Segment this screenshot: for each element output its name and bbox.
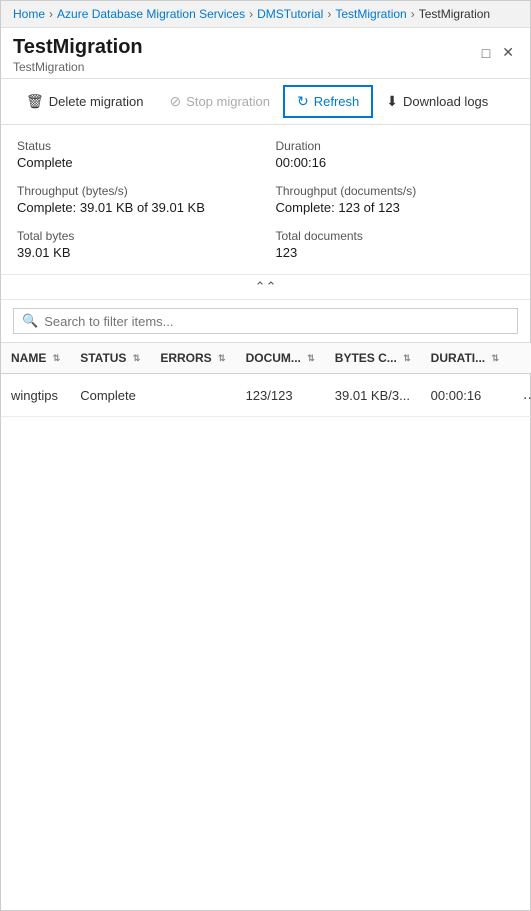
search-input-wrap: 🔍 bbox=[13, 308, 518, 334]
cell-duration: 00:00:16 bbox=[421, 374, 509, 417]
table-row: wingtips Complete 123/123 39.01 KB/3... … bbox=[1, 374, 531, 417]
cell-status: Complete bbox=[70, 374, 150, 417]
stat-total-docs-label: Total documents bbox=[276, 229, 515, 243]
breadcrumb-current: TestMigration bbox=[419, 7, 490, 21]
stop-icon: ⊘ bbox=[169, 93, 181, 110]
cell-documents: 123/123 bbox=[236, 374, 325, 417]
refresh-button[interactable]: ↻ Refresh bbox=[283, 85, 373, 118]
stat-throughput-docs: Throughput (documents/s) Complete: 123 o… bbox=[276, 184, 515, 215]
col-header-actions bbox=[509, 343, 531, 374]
search-icon: 🔍 bbox=[22, 313, 38, 329]
breadcrumb-test-migration-parent[interactable]: TestMigration bbox=[335, 7, 406, 21]
breadcrumb-dms-tutorial[interactable]: DMSTutorial bbox=[257, 7, 323, 21]
delete-icon: 🗑 bbox=[26, 93, 44, 110]
col-header-status[interactable]: STATUS ⇅ bbox=[70, 343, 150, 374]
stat-total-bytes-value: 39.01 KB bbox=[17, 245, 256, 260]
collapse-button[interactable]: ⌃⌃ bbox=[1, 275, 530, 300]
download-icon: ⬇ bbox=[386, 93, 398, 110]
stat-duration-label: Duration bbox=[276, 139, 515, 153]
stat-throughput-bytes-value: Complete: 39.01 KB of 39.01 KB bbox=[17, 200, 256, 215]
close-icon: ✕ bbox=[502, 44, 514, 61]
stat-throughput-docs-label: Throughput (documents/s) bbox=[276, 184, 515, 198]
stat-total-bytes-label: Total bytes bbox=[17, 229, 256, 243]
page-title: TestMigration bbox=[13, 36, 143, 59]
breadcrumb: Home › Azure Database Migration Services… bbox=[1, 1, 530, 28]
stat-status: Status Complete bbox=[17, 139, 256, 170]
stat-total-docs: Total documents 123 bbox=[276, 229, 515, 260]
data-table: NAME ⇅ STATUS ⇅ ERRORS ⇅ DOCUM... ⇅ BYTE… bbox=[1, 343, 531, 417]
col-header-bytes[interactable]: BYTES C... ⇅ bbox=[325, 343, 421, 374]
cell-errors bbox=[150, 374, 235, 417]
search-bar: 🔍 bbox=[1, 300, 530, 343]
stat-throughput-bytes-label: Throughput (bytes/s) bbox=[17, 184, 256, 198]
breadcrumb-sep-3: › bbox=[327, 7, 331, 21]
page-header: TestMigration TestMigration □ ✕ bbox=[1, 28, 530, 79]
col-header-errors[interactable]: ERRORS ⇅ bbox=[150, 343, 235, 374]
col-header-name[interactable]: NAME ⇅ bbox=[1, 343, 70, 374]
toolbar: 🗑 Delete migration ⊘ Stop migration ↻ Re… bbox=[1, 79, 530, 125]
breadcrumb-sep-4: › bbox=[411, 7, 415, 21]
download-logs-button[interactable]: ⬇ Download logs bbox=[373, 86, 501, 117]
download-label: Download logs bbox=[403, 94, 488, 109]
data-table-container: NAME ⇅ STATUS ⇅ ERRORS ⇅ DOCUM... ⇅ BYTE… bbox=[1, 343, 530, 417]
row-actions-button[interactable]: ... bbox=[519, 384, 531, 406]
sort-icon-name: ⇅ bbox=[53, 353, 61, 364]
stat-throughput-bytes: Throughput (bytes/s) Complete: 39.01 KB … bbox=[17, 184, 256, 215]
breadcrumb-sep-2: › bbox=[249, 7, 253, 21]
stat-duration-value: 00:00:16 bbox=[276, 155, 515, 170]
breadcrumb-home[interactable]: Home bbox=[13, 7, 45, 21]
stat-total-docs-value: 123 bbox=[276, 245, 515, 260]
col-header-duration[interactable]: DURATI... ⇅ bbox=[421, 343, 509, 374]
stats-section: Status Complete Duration 00:00:16 Throug… bbox=[1, 125, 530, 275]
header-actions: □ ✕ bbox=[478, 36, 518, 65]
search-input[interactable] bbox=[44, 314, 509, 329]
delete-migration-button[interactable]: 🗑 Delete migration bbox=[13, 86, 156, 117]
chevron-up-icon: ⌃⌃ bbox=[255, 279, 277, 294]
close-button[interactable]: ✕ bbox=[498, 40, 518, 65]
sort-icon-documents: ⇅ bbox=[307, 353, 315, 364]
sort-icon-duration: ⇅ bbox=[491, 353, 499, 364]
refresh-label: Refresh bbox=[314, 94, 360, 109]
refresh-icon: ↻ bbox=[297, 93, 309, 110]
page-title-block: TestMigration TestMigration bbox=[13, 36, 143, 74]
stats-grid: Status Complete Duration 00:00:16 Throug… bbox=[17, 139, 514, 260]
stat-total-bytes: Total bytes 39.01 KB bbox=[17, 229, 256, 260]
breadcrumb-dms[interactable]: Azure Database Migration Services bbox=[57, 7, 245, 21]
cell-actions: ... bbox=[509, 374, 531, 417]
maximize-button[interactable]: □ bbox=[478, 41, 494, 65]
cell-bytes: 39.01 KB/3... bbox=[325, 374, 421, 417]
sort-icon-errors: ⇅ bbox=[218, 353, 226, 364]
stat-duration: Duration 00:00:16 bbox=[276, 139, 515, 170]
cell-name: wingtips bbox=[1, 374, 70, 417]
stat-status-label: Status bbox=[17, 139, 256, 153]
stop-migration-button[interactable]: ⊘ Stop migration bbox=[156, 86, 283, 117]
sort-icon-status: ⇅ bbox=[133, 353, 141, 364]
breadcrumb-sep-1: › bbox=[49, 7, 53, 21]
stop-label: Stop migration bbox=[186, 94, 270, 109]
page-subtitle: TestMigration bbox=[13, 60, 143, 74]
col-header-documents[interactable]: DOCUM... ⇅ bbox=[236, 343, 325, 374]
table-header-row: NAME ⇅ STATUS ⇅ ERRORS ⇅ DOCUM... ⇅ BYTE… bbox=[1, 343, 531, 374]
maximize-icon: □ bbox=[482, 45, 490, 61]
stat-throughput-docs-value: Complete: 123 of 123 bbox=[276, 200, 515, 215]
sort-icon-bytes: ⇅ bbox=[403, 353, 411, 364]
delete-label: Delete migration bbox=[49, 94, 144, 109]
stat-status-value: Complete bbox=[17, 155, 256, 170]
